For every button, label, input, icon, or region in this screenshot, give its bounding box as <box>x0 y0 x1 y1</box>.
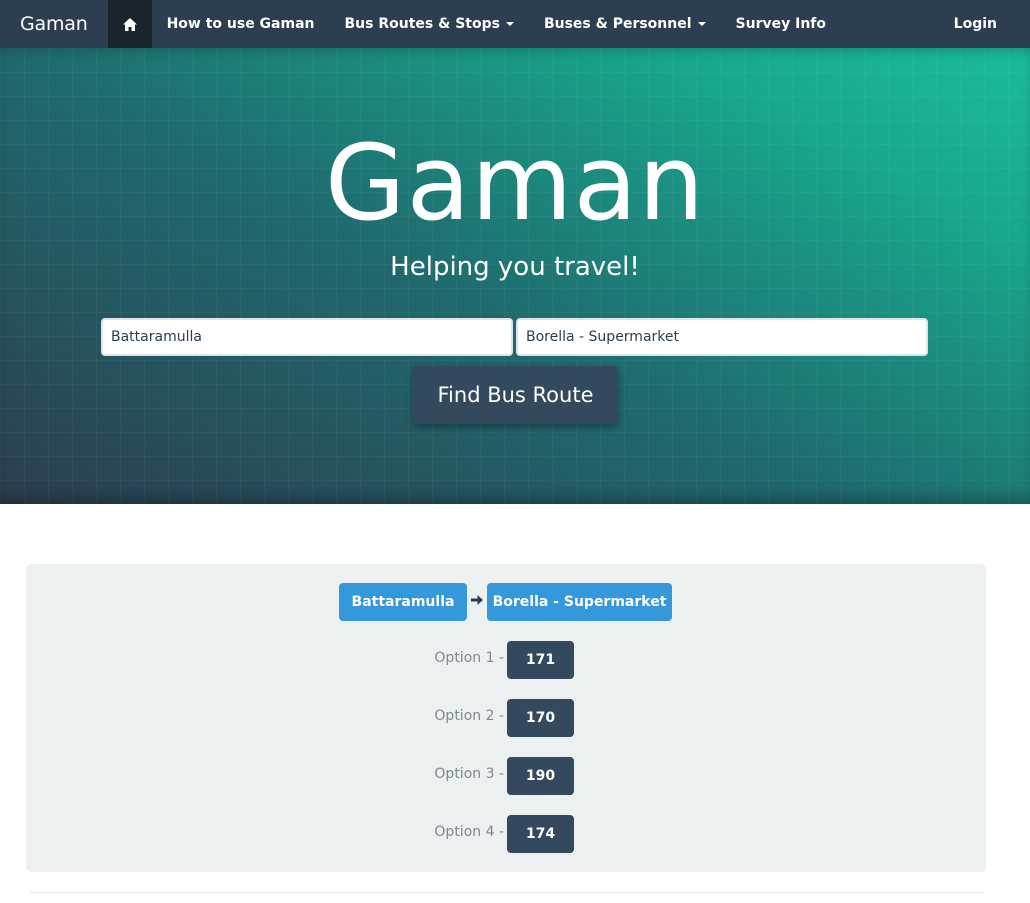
option-label: Option 2 - <box>434 708 504 724</box>
to-location-input[interactable]: Borella - Supermarket <box>516 318 928 356</box>
caret-down-icon <box>697 22 706 26</box>
caret-down-icon <box>505 22 514 26</box>
nav-bus-routes-label: Bus Routes & Stops <box>344 16 500 32</box>
login-link[interactable]: Login <box>939 0 1012 48</box>
nav-survey-info-label: Survey Info <box>735 16 827 32</box>
route-button[interactable]: 174 <box>507 815 574 853</box>
nav-home[interactable] <box>107 0 152 48</box>
nav-buses-personnel-dropdown[interactable]: Buses & Personnel <box>529 0 721 48</box>
nav-survey-info[interactable]: Survey Info <box>721 0 841 48</box>
route-button[interactable]: 171 <box>507 641 574 679</box>
route-results-panel: Battaramulla Borella - Supermarket Optio… <box>26 564 986 872</box>
from-location-input[interactable]: Battaramulla <box>101 318 513 356</box>
nav-how-to-use-label: How to use Gaman <box>166 16 315 32</box>
home-icon <box>122 17 137 31</box>
nav-buses-personnel-label: Buses & Personnel <box>543 16 692 32</box>
hero-section: Gaman Helping you travel! Battaramulla B… <box>0 48 1030 504</box>
hero-title: Gaman <box>324 122 706 244</box>
section-divider <box>30 892 984 893</box>
option-label: Option 3 - <box>434 766 504 782</box>
route-button[interactable]: 170 <box>507 699 574 737</box>
arrow-right-icon <box>471 595 483 605</box>
nav-bus-routes-dropdown[interactable]: Bus Routes & Stops <box>330 0 529 48</box>
brand-logo[interactable]: Gaman <box>0 0 108 48</box>
find-bus-route-button[interactable]: Find Bus Route <box>413 366 618 424</box>
option-label: Option 1 - <box>434 650 504 666</box>
hero-subtitle: Helping you travel! <box>390 252 640 282</box>
origin-stop-tag[interactable]: Battaramulla <box>339 583 467 621</box>
route-button[interactable]: 190 <box>507 757 574 795</box>
destination-stop-tag[interactable]: Borella - Supermarket <box>487 583 672 621</box>
option-label: Option 4 - <box>434 824 504 840</box>
top-navbar: Gaman How to use Gaman Bus Routes & Stop… <box>0 0 1030 48</box>
nav-how-to-use[interactable]: How to use Gaman <box>152 0 330 48</box>
